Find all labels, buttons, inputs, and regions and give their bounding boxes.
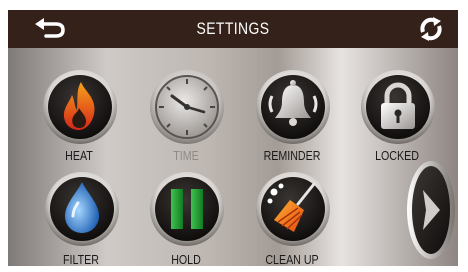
- reminder-tile[interactable]: REMINDER: [254, 68, 332, 164]
- filter-tile[interactable]: FILTER: [43, 170, 121, 267]
- pause-icon: [150, 172, 224, 246]
- settings-screen: SETTINGS HEAT TIME REMINDER LOCKED FILTE…: [0, 0, 468, 272]
- time-label: TIME: [173, 148, 199, 163]
- bell-icon: [256, 70, 330, 144]
- hold-tile[interactable]: HOLD: [148, 170, 226, 267]
- filter-label: FILTER: [63, 252, 99, 267]
- next-page-button[interactable]: [406, 160, 456, 260]
- clean-up-label: CLEAN UP: [265, 252, 319, 267]
- chevron-right-icon: [407, 161, 455, 259]
- water-drop-icon: [45, 172, 119, 246]
- broom-icon: [256, 172, 330, 246]
- flame-icon: [43, 70, 117, 144]
- hold-label: HOLD: [171, 252, 201, 267]
- settings-panel: HEAT TIME REMINDER LOCKED FILTER HOLD CL…: [8, 48, 458, 267]
- padlock-icon: [361, 70, 435, 144]
- heat-tile[interactable]: HEAT: [41, 68, 119, 164]
- header-bar: SETTINGS: [8, 10, 458, 49]
- locked-tile[interactable]: LOCKED: [359, 68, 437, 164]
- time-tile[interactable]: TIME: [148, 68, 226, 164]
- clean-up-tile[interactable]: CLEAN UP: [254, 170, 332, 267]
- sync-icon: [420, 17, 442, 41]
- clock-icon: [150, 70, 224, 144]
- sync-button[interactable]: [417, 16, 445, 42]
- reminder-label: REMINDER: [263, 148, 321, 163]
- heat-label: HEAT: [65, 148, 93, 163]
- page-title: SETTINGS: [196, 19, 270, 38]
